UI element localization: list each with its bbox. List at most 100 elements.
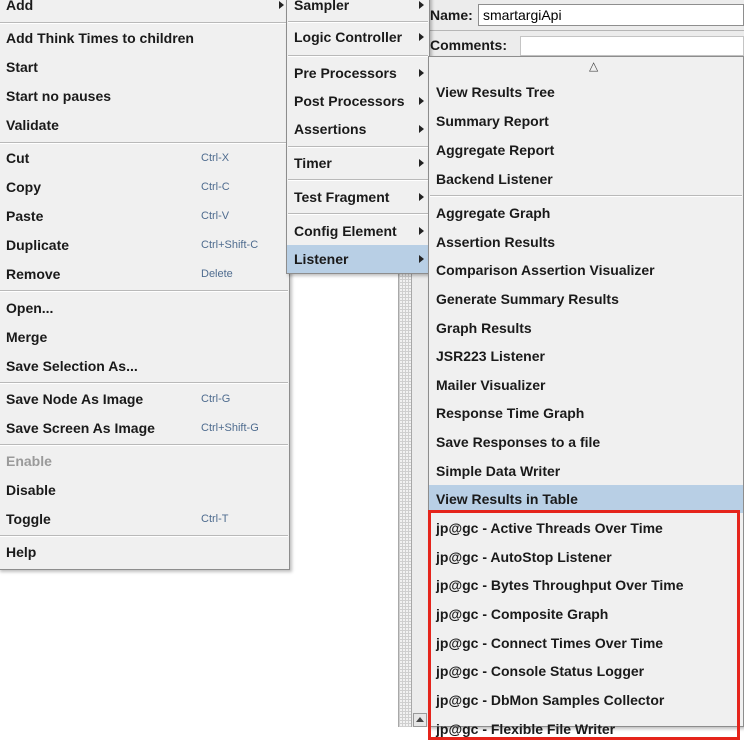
listener-item-backend-listener[interactable]: Backend Listener bbox=[429, 165, 743, 193]
shortcut-label: Ctrl+Shift-G bbox=[201, 422, 259, 434]
menu-item-start[interactable]: Start bbox=[0, 53, 289, 81]
menu-item-paste[interactable]: Paste Ctrl-V bbox=[0, 202, 289, 230]
submenu-item-pre-processors[interactable]: Pre Processors bbox=[287, 59, 429, 87]
submenu-arrow-icon bbox=[419, 69, 424, 77]
menu-item-toggle[interactable]: Toggle Ctrl-T bbox=[0, 505, 289, 533]
submenu-item-logic-controller[interactable]: Logic Controller bbox=[287, 23, 429, 51]
menu-item-save-node-as-image[interactable]: Save Node As Image Ctrl-G bbox=[0, 385, 289, 413]
menu-item-label: Backend Listener bbox=[436, 171, 553, 187]
listener-item-response-time-graph[interactable]: Response Time Graph bbox=[429, 399, 743, 427]
menu-item-label: Add bbox=[6, 0, 34, 13]
menu-item-duplicate[interactable]: Duplicate Ctrl+Shift-C bbox=[0, 231, 289, 259]
menu-item-cut[interactable]: Cut Ctrl-X bbox=[0, 144, 289, 172]
listener-item-active-threads-over-time[interactable]: jp@gc - Active Threads Over Time bbox=[429, 514, 743, 542]
listener-item-console-status-logger[interactable]: jp@gc - Console Status Logger bbox=[429, 657, 743, 685]
menu-item-label: jp@gc - Composite Graph bbox=[436, 606, 609, 622]
menu-separator bbox=[288, 55, 428, 57]
menu-separator bbox=[288, 213, 428, 215]
menu-item-label: Simple Data Writer bbox=[436, 463, 561, 479]
listener-item-connect-times-over-time[interactable]: jp@gc - Connect Times Over Time bbox=[429, 629, 743, 657]
listener-item-graph-results[interactable]: Graph Results bbox=[429, 314, 743, 342]
menu-item-label: Open... bbox=[6, 300, 54, 316]
submenu-item-sampler[interactable]: Sampler bbox=[287, 0, 429, 19]
menu-item-disable[interactable]: Disable bbox=[0, 476, 289, 504]
menu-item-label: Mailer Visualizer bbox=[436, 377, 546, 393]
listener-item-flexible-file-writer[interactable]: jp@gc - Flexible File Writer bbox=[429, 715, 743, 743]
menu-item-label: Save Node As Image bbox=[6, 391, 144, 407]
listener-item-simple-data-writer[interactable]: Simple Data Writer bbox=[429, 457, 743, 485]
menu-item-label: View Results in Table bbox=[436, 491, 578, 507]
submenu-arrow-icon bbox=[419, 125, 424, 133]
menu-separator bbox=[0, 382, 288, 384]
listener-item-view-results-in-table[interactable]: View Results in Table bbox=[429, 485, 743, 513]
menu-item-open[interactable]: Open... bbox=[0, 294, 289, 322]
menu-separator bbox=[0, 535, 288, 537]
listener-item-save-responses-to-file[interactable]: Save Responses to a file bbox=[429, 428, 743, 456]
name-field[interactable] bbox=[478, 4, 744, 26]
listener-item-composite-graph[interactable]: jp@gc - Composite Graph bbox=[429, 600, 743, 628]
menu-item-label: Toggle bbox=[6, 511, 51, 527]
comments-field[interactable] bbox=[520, 36, 744, 56]
submenu-arrow-icon bbox=[419, 1, 424, 9]
listener-item-assertion-results[interactable]: Assertion Results bbox=[429, 228, 743, 256]
listener-item-view-results-tree[interactable]: View Results Tree bbox=[429, 78, 743, 106]
menu-item-label: jp@gc - Flexible File Writer bbox=[436, 721, 616, 737]
shortcut-label: Ctrl-X bbox=[201, 152, 230, 164]
menu-item-label: Aggregate Report bbox=[436, 142, 555, 158]
listener-item-summary-report[interactable]: Summary Report bbox=[429, 107, 743, 135]
listener-item-aggregate-graph[interactable]: Aggregate Graph bbox=[429, 199, 743, 227]
menu-item-validate[interactable]: Validate bbox=[0, 111, 289, 139]
menu-item-label: Paste bbox=[6, 208, 44, 224]
shortcut-label: Ctrl-G bbox=[201, 393, 231, 405]
submenu-item-timer[interactable]: Timer bbox=[287, 149, 429, 177]
menu-item-add[interactable]: Add bbox=[0, 0, 289, 19]
shortcut-label: Delete bbox=[201, 268, 233, 280]
shortcut-label: Ctrl+Shift-C bbox=[201, 239, 259, 251]
listener-item-bytes-throughput-over-time[interactable]: jp@gc - Bytes Throughput Over Time bbox=[429, 571, 743, 599]
submenu-item-assertions[interactable]: Assertions bbox=[287, 115, 429, 143]
listener-item-dbmon-samples-collector[interactable]: jp@gc - DbMon Samples Collector bbox=[429, 686, 743, 714]
menu-item-label: Timer bbox=[294, 155, 332, 171]
menu-item-label: Summary Report bbox=[436, 113, 549, 129]
menu-item-add-think-times[interactable]: Add Think Times to children bbox=[0, 24, 289, 52]
listener-item-generate-summary-results[interactable]: Generate Summary Results bbox=[429, 285, 743, 313]
listener-item-autostop-listener[interactable]: jp@gc - AutoStop Listener bbox=[429, 543, 743, 571]
scroll-up-arrow-icon[interactable] bbox=[413, 713, 427, 727]
menu-separator bbox=[288, 179, 428, 181]
menu-separator bbox=[0, 290, 288, 292]
submenu-item-test-fragment[interactable]: Test Fragment bbox=[287, 183, 429, 211]
menu-item-label: Help bbox=[6, 544, 37, 560]
menu-item-start-no-pauses[interactable]: Start no pauses bbox=[0, 82, 289, 110]
menu-item-label: Validate bbox=[6, 117, 59, 133]
menu-item-label: Merge bbox=[6, 329, 48, 345]
menu-item-label: jp@gc - Connect Times Over Time bbox=[436, 635, 664, 651]
menu-item-merge[interactable]: Merge bbox=[0, 323, 289, 351]
scroll-up-indicator-icon[interactable]: △ bbox=[589, 59, 598, 73]
submenu-arrow-icon bbox=[419, 97, 424, 105]
menu-item-enable: Enable bbox=[0, 447, 289, 475]
split-pane-divider[interactable] bbox=[398, 270, 412, 727]
submenu-item-post-processors[interactable]: Post Processors bbox=[287, 87, 429, 115]
listener-item-aggregate-report[interactable]: Aggregate Report bbox=[429, 136, 743, 164]
menu-item-save-selection-as[interactable]: Save Selection As... bbox=[0, 352, 289, 380]
submenu-item-config-element[interactable]: Config Element bbox=[287, 217, 429, 245]
listener-item-jsr223-listener[interactable]: JSR223 Listener bbox=[429, 342, 743, 370]
menu-item-label: Add Think Times to children bbox=[6, 30, 194, 46]
menu-item-label: Disable bbox=[6, 482, 56, 498]
menu-item-label: jp@gc - Bytes Throughput Over Time bbox=[436, 577, 684, 593]
menu-item-copy[interactable]: Copy Ctrl-C bbox=[0, 173, 289, 201]
menu-item-label: Listener bbox=[294, 251, 349, 267]
menu-item-save-screen-as-image[interactable]: Save Screen As Image Ctrl+Shift-G bbox=[0, 414, 289, 442]
submenu-arrow-icon bbox=[419, 33, 424, 41]
menu-item-remove[interactable]: Remove Delete bbox=[0, 260, 289, 288]
listener-item-mailer-visualizer[interactable]: Mailer Visualizer bbox=[429, 371, 743, 399]
shortcut-label: Ctrl-T bbox=[201, 513, 229, 525]
menu-item-label: Assertion Results bbox=[436, 234, 556, 250]
menu-item-help[interactable]: Help bbox=[0, 538, 289, 566]
menu-item-label: jp@gc - Active Threads Over Time bbox=[436, 520, 663, 536]
listener-item-comparison-assertion-visualizer[interactable]: Comparison Assertion Visualizer bbox=[429, 256, 743, 284]
menu-item-label: Start bbox=[6, 59, 38, 75]
menu-item-label: Remove bbox=[6, 266, 61, 282]
menu-item-label: Graph Results bbox=[436, 320, 532, 336]
submenu-item-listener[interactable]: Listener bbox=[287, 245, 429, 273]
